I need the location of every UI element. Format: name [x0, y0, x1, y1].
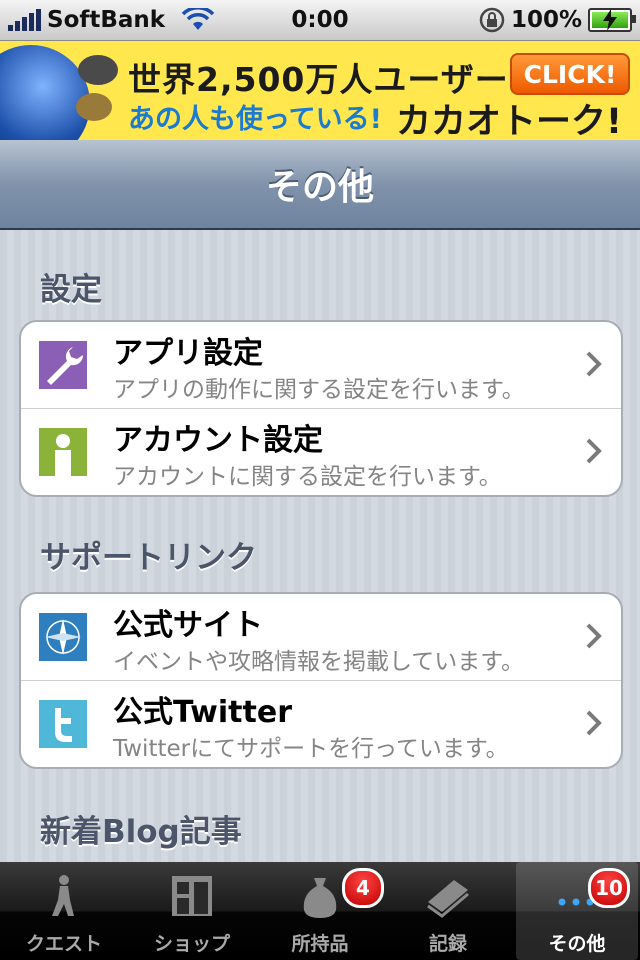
chat-bubble-icon: [76, 93, 112, 121]
page-title: その他: [265, 167, 374, 208]
tab-quest[interactable]: クエスト: [0, 862, 128, 960]
list-item-app-settings[interactable]: アプリ設定 アプリの動作に関する設定を行います。: [21, 322, 621, 408]
list-item-official-twitter[interactable]: 公式Twitter Twitterにてサポートを行っています。: [21, 680, 621, 767]
chat-bubble-icon: [78, 55, 118, 85]
tab-inventory[interactable]: 4 所持品: [256, 862, 384, 960]
shop-icon: [172, 876, 212, 916]
notification-badge: 4: [342, 868, 384, 908]
ad-click-button[interactable]: CLICK!: [510, 53, 630, 95]
chevron-right-icon: [586, 438, 602, 464]
row-title: アプリ設定: [113, 336, 263, 371]
clock: 0:00: [291, 7, 349, 33]
row-title: 公式サイト: [113, 608, 263, 643]
globe-icon: [0, 45, 90, 140]
support-group: 公式サイト イベントや攻略情報を掲載しています。 公式Twitter Twitt…: [19, 592, 623, 769]
tab-label: クエスト: [25, 933, 102, 955]
status-bar: SoftBank 0:00 100%: [0, 0, 640, 41]
settings-group: アプリ設定 アプリの動作に関する設定を行います。 アカウント設定 アカウントに関…: [19, 320, 623, 497]
notification-badge: 10: [588, 868, 630, 908]
twitter-icon: [39, 700, 87, 748]
tab-label: 所持品: [291, 933, 349, 955]
tab-records[interactable]: 記録: [384, 862, 512, 960]
ad-subline: あの人も使っている!: [128, 104, 382, 135]
tab-label: その他: [548, 933, 606, 955]
quest-icon: [52, 875, 74, 916]
tab-label: 記録: [428, 933, 467, 955]
row-subtitle: Twitterにてサポートを行っています。: [113, 736, 509, 762]
row-subtitle: イベントや攻略情報を掲載しています。: [113, 649, 525, 675]
navigation-bar: その他: [0, 140, 640, 230]
list-item-official-site[interactable]: 公式サイト イベントや攻略情報を掲載しています。: [21, 594, 621, 680]
wrench-icon: [39, 341, 87, 389]
compass-icon: [39, 613, 87, 661]
tab-more[interactable]: 10 その他: [516, 862, 638, 960]
row-subtitle: アカウントに関する設定を行います。: [113, 464, 502, 490]
person-icon: [39, 428, 87, 476]
section-header-blog: 新着Blog記事: [40, 814, 242, 850]
tab-shop[interactable]: ショップ: [128, 862, 256, 960]
row-title: アカウント設定: [113, 423, 323, 458]
chevron-right-icon: [586, 351, 602, 377]
ad-banner[interactable]: 世界2,500万人ユーザーと あの人も使っている! カカオトーク! CLICK!: [0, 41, 640, 140]
section-header-settings: 設定: [40, 272, 102, 308]
tab-label: ショップ: [153, 933, 230, 955]
chevron-right-icon: [586, 623, 602, 649]
row-subtitle: アプリの動作に関する設定を行います。: [113, 377, 525, 403]
records-icon: [427, 880, 469, 918]
settings-list[interactable]: 設定 アプリ設定 アプリの動作に関する設定を行います。 アカウント設定 アカウン…: [0, 230, 640, 862]
ad-app-name: カカオトーク!: [396, 102, 622, 140]
tab-bar: クエスト ショップ 4 所持品 記録 10 その他: [0, 862, 640, 960]
battery-icon: [588, 8, 636, 32]
section-header-support: サポートリンク: [40, 540, 257, 576]
bag-icon: [303, 878, 337, 918]
chevron-right-icon: [586, 710, 602, 736]
row-title: 公式Twitter: [113, 695, 292, 730]
list-item-account-settings[interactable]: アカウント設定 アカウントに関する設定を行います。: [21, 408, 621, 495]
